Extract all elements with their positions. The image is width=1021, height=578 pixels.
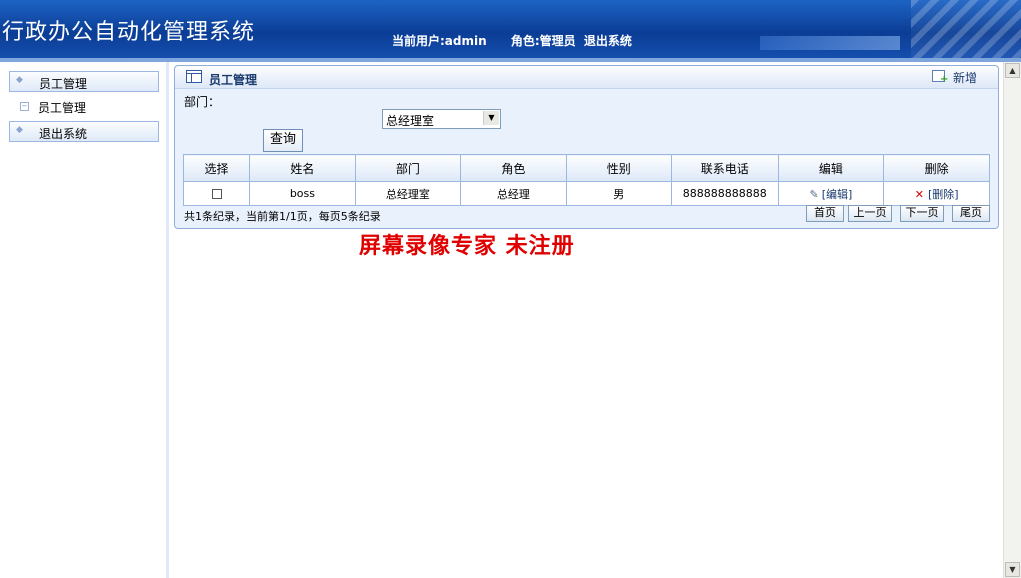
- department-selected-value: 总经理室: [386, 114, 435, 128]
- department-label: 部门：: [184, 95, 221, 109]
- header-logout-link[interactable]: 退出系统: [584, 34, 632, 48]
- pencil-icon: ✎: [809, 187, 819, 201]
- column-header: 性别: [565, 154, 672, 182]
- panel-header: 员工管理 新增: [175, 66, 998, 89]
- recorder-watermark: 屏幕录像专家 未注册: [359, 233, 575, 259]
- delete-icon: ✕: [914, 187, 924, 201]
- table-row: boss 总经理室 总经理 男 888888888888 ✎ [编辑] ✕ [删除]: [182, 181, 990, 206]
- sidebar-item-employee-mgmt[interactable]: ◆ 员工管理: [9, 71, 159, 92]
- pagination-info: 共1条纪录，当前第1/1页，每页5条纪录: [184, 210, 381, 223]
- header-keyboard-graphic: [911, 0, 1021, 60]
- collapse-icon: −: [20, 102, 29, 111]
- current-user-label: 当前用户:admin: [392, 34, 487, 48]
- department-cell: 总经理室: [354, 181, 462, 206]
- column-header: 联系电话: [670, 154, 779, 182]
- user-info: 当前用户:admin 角色:管理员 退出系统: [392, 32, 636, 49]
- sidebar-subitem-employee-mgmt[interactable]: − 员工管理: [9, 96, 157, 115]
- scroll-up-icon[interactable]: ▲: [1005, 63, 1020, 78]
- sidebar-item-label: 员工管理: [39, 77, 88, 91]
- sidebar: ◆ 员工管理 − 员工管理 ◆ 退出系统: [0, 62, 169, 578]
- phone-cell: 888888888888: [670, 181, 779, 206]
- delete-cell: ✕ [删除]: [883, 181, 990, 206]
- column-header: 角色: [460, 154, 567, 182]
- sidebar-item-label: 员工管理: [38, 101, 87, 115]
- app-header: 行政办公自动化管理系统 当前用户:admin 角色:管理员 退出系统: [0, 0, 1021, 60]
- vertical-scrollbar[interactable]: ▲ ▼: [1003, 62, 1021, 578]
- panel-title: 员工管理: [209, 73, 258, 87]
- column-header: 删除: [883, 154, 990, 182]
- query-button[interactable]: 查询: [263, 129, 303, 152]
- employee-panel: 员工管理 新增 部门： 总经理室 ▼ 查询 选择 姓名 部门 角色 性别 联系电…: [174, 65, 999, 229]
- delete-link[interactable]: [删除]: [928, 188, 959, 201]
- table-icon: [186, 70, 202, 83]
- name-cell: boss: [249, 181, 356, 206]
- column-header: 部门: [354, 154, 462, 182]
- next-page-button[interactable]: 下一页: [900, 205, 944, 222]
- user-role-label: 角色:管理员: [510, 34, 576, 48]
- first-page-button[interactable]: 首页: [806, 205, 844, 222]
- chevron-down-icon[interactable]: ▼: [483, 111, 499, 125]
- bullet-icon: ◆: [16, 75, 23, 85]
- app-title: 行政办公自动化管理系统: [2, 20, 256, 45]
- edit-cell: ✎ [编辑]: [777, 181, 885, 206]
- add-icon: [932, 70, 948, 85]
- select-cell: [182, 181, 251, 206]
- last-page-button[interactable]: 尾页: [952, 205, 990, 222]
- add-label: 新增: [953, 71, 978, 85]
- row-checkbox[interactable]: [211, 189, 222, 199]
- edit-link[interactable]: [编辑]: [822, 188, 853, 201]
- header-decoration: [760, 36, 900, 50]
- department-select[interactable]: 总经理室 ▼: [382, 109, 501, 129]
- column-header: 姓名: [249, 154, 356, 182]
- sidebar-item-logout[interactable]: ◆ 退出系统: [9, 121, 159, 142]
- column-header: 编辑: [777, 154, 885, 182]
- sidebar-item-label: 退出系统: [39, 127, 88, 141]
- scroll-down-icon[interactable]: ▼: [1005, 562, 1020, 577]
- prev-page-button[interactable]: 上一页: [848, 205, 892, 222]
- column-header: 选择: [182, 154, 251, 182]
- gender-cell: 男: [565, 181, 672, 206]
- employee-table: 选择 姓名 部门 角色 性别 联系电话 编辑 删除 boss 总经理室 总经理 …: [182, 154, 990, 206]
- bullet-icon: ◆: [16, 125, 23, 135]
- table-header-row: 选择 姓名 部门 角色 性别 联系电话 编辑 删除: [182, 154, 990, 182]
- role-cell: 总经理: [460, 181, 567, 206]
